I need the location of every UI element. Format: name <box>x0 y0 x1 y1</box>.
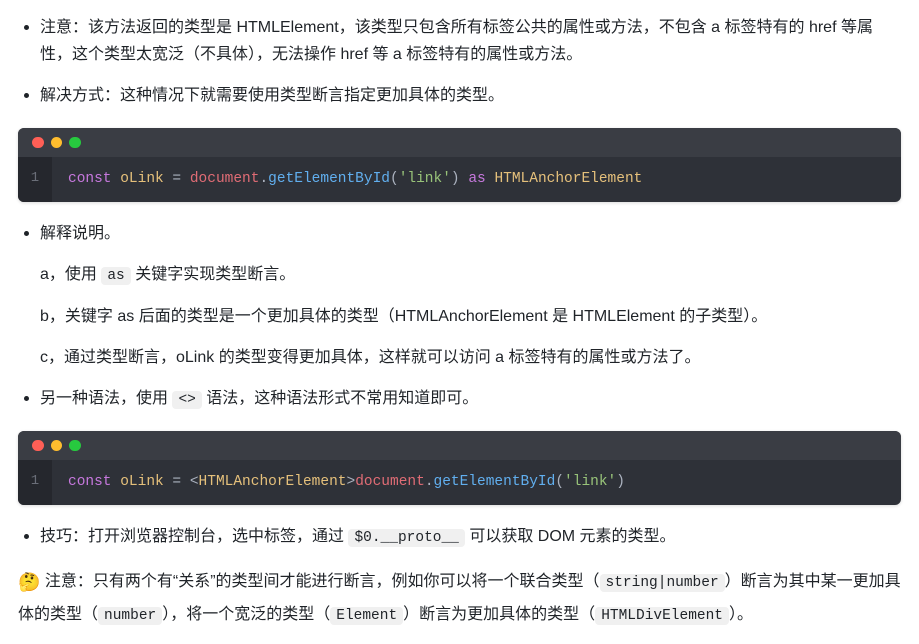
bullet-solution: 解决方式：这种情况下就需要使用类型断言指定更加具体的类型。 1 const oL… <box>18 82 901 201</box>
line-number: 1 <box>18 157 52 202</box>
text: 解释说明。 <box>40 225 120 242</box>
code-block-angle: 1 const oLink = <HTMLAnchorElement>docum… <box>18 431 901 505</box>
maximize-icon <box>69 137 81 149</box>
inline-code-element: Element <box>330 607 403 625</box>
inline-code-number: number <box>98 607 162 625</box>
sub-list: a，使用 as 关键字实现类型断言。 b，关键字 as 后面的类型是一个更加具体… <box>40 261 901 371</box>
sub-item-b: b，关键字 as 后面的类型是一个更加具体的类型（HTMLAnchorEleme… <box>40 303 901 330</box>
code-block-as: 1 const oLink = document.getElementById(… <box>18 128 901 202</box>
bullet-list: 注意：该方法返回的类型是 HTMLElement，该类型只包含所有标签公共的属性… <box>18 14 901 550</box>
inline-code-angle: <> <box>172 391 201 409</box>
inline-code-htmldiv: HTMLDivElement <box>595 607 729 625</box>
text: 注意：该方法返回的类型是 <box>40 19 236 36</box>
bullet-explain: 解释说明。 a，使用 as 关键字实现类型断言。 b，关键字 as 后面的类型是… <box>18 220 901 371</box>
inline-code-as: as <box>101 267 130 285</box>
window-controls <box>18 128 901 158</box>
text: 解决方式：这种情况下就需要使用类型断言指定更加具体的类型。 <box>40 87 504 104</box>
inline-code-proto: $0.__proto__ <box>348 529 464 547</box>
minimize-icon <box>51 440 63 452</box>
line-number: 1 <box>18 460 52 505</box>
footnote: 🤔 注意：只有两个有“关系”的类型间才能进行断言，例如你可以将一个联合类型（st… <box>18 566 901 629</box>
text: HTMLElement <box>236 19 338 36</box>
code-line: const oLink = <HTMLAnchorElement>documen… <box>52 460 641 505</box>
bullet-alt-syntax: 另一种语法，使用 <> 语法，这种语法形式不常用知道即可。 1 const oL… <box>18 385 901 505</box>
sub-item-a: a，使用 as 关键字实现类型断言。 <box>40 261 901 289</box>
maximize-icon <box>69 440 81 452</box>
window-controls <box>18 431 901 461</box>
thinking-emoji-icon: 🤔 <box>18 572 40 592</box>
inline-code-union: string|number <box>600 574 725 592</box>
minimize-icon <box>51 137 63 149</box>
bullet-tip: 技巧：打开浏览器控制台，选中标签，通过 $0.__proto__ 可以获取 DO… <box>18 523 901 551</box>
sub-item-c: c，通过类型断言，oLink 的类型变得更加具体，这样就可以访问 a 标签特有的… <box>40 344 901 371</box>
close-icon <box>32 440 44 452</box>
bullet-note: 注意：该方法返回的类型是 HTMLElement，该类型只包含所有标签公共的属性… <box>18 14 901 68</box>
close-icon <box>32 137 44 149</box>
code-line: const oLink = document.getElementById('l… <box>52 157 658 202</box>
